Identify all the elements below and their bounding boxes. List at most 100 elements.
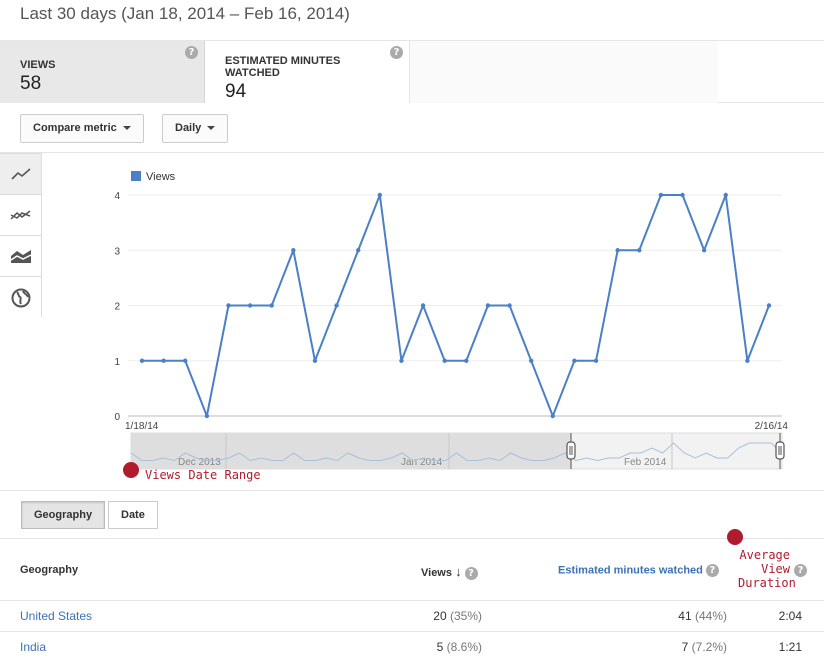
data-point (701, 248, 707, 253)
compare-metric-label: Compare metric (33, 122, 117, 134)
data-point (183, 358, 188, 363)
data-point (399, 358, 404, 363)
data-point (139, 358, 145, 363)
globe-icon (11, 288, 30, 307)
minutes-percent: (7.2%) (691, 640, 727, 654)
annotation-line: View (761, 562, 790, 576)
data-point (291, 248, 296, 253)
line-chart-button[interactable] (0, 154, 41, 195)
annotation-marker-icon (123, 462, 139, 478)
annotation-marker-icon (727, 529, 743, 545)
annotation-line: Average (739, 548, 790, 562)
data-point (226, 303, 231, 308)
avg-duration-cell: 1:21 (778, 640, 802, 654)
data-point (723, 192, 728, 198)
country-link[interactable]: United States (20, 609, 92, 623)
range-handle[interactable] (775, 441, 785, 460)
views-cell: 5 (8.6%) (437, 640, 482, 654)
tab-date[interactable]: Date (108, 501, 158, 529)
navigator-month-label: Feb 2014 (624, 457, 667, 468)
minutes-cell: 7 (7.2%) (682, 640, 727, 654)
data-point (356, 248, 361, 253)
data-point (442, 358, 447, 363)
column-header-minutes-watched[interactable]: Estimated minutes watched? (558, 564, 719, 577)
line-chart-icon (10, 168, 31, 180)
data-point (745, 358, 750, 363)
minutes-cell: 41 (44%) (678, 609, 727, 623)
minutes-watched-metric-value: 94 (225, 81, 247, 102)
interval-dropdown[interactable]: Daily (162, 114, 229, 143)
y-tick-label: 3 (114, 246, 120, 257)
y-tick-label: 4 (114, 191, 120, 202)
data-point (550, 413, 555, 419)
table-row: India 5 (8.6%) 7 (7.2%) 1:21 (0, 632, 824, 662)
data-point (680, 192, 685, 198)
range-handle[interactable] (566, 441, 576, 460)
multi-line-chart-button[interactable] (0, 195, 41, 236)
chart-controls: Compare metric Daily (0, 103, 824, 153)
map-view-button[interactable] (0, 277, 41, 318)
minutes-count: 41 (678, 609, 692, 623)
data-point (658, 192, 664, 198)
y-tick-label: 0 (114, 412, 120, 423)
legend-swatch (131, 171, 141, 181)
report-tabs: Geography Date (0, 490, 824, 538)
empty-metric-slot (410, 41, 718, 103)
help-icon[interactable]: ? (185, 46, 198, 59)
sort-down-arrow-icon: ↓ (455, 564, 462, 579)
views-column-label: Views (421, 567, 452, 579)
interval-label: Daily (175, 122, 202, 134)
data-point (464, 358, 469, 363)
average-view-duration-annotation: Average View Duration (738, 548, 796, 590)
help-icon[interactable]: ? (705, 564, 719, 577)
stacked-area-icon (10, 250, 31, 263)
legend-label: Views (146, 171, 176, 183)
metric-tabs: VIEWS 58 ? ESTIMATED MINUTES WATCHED 94 … (0, 40, 824, 103)
data-point (615, 248, 620, 253)
views-metric-card[interactable]: VIEWS 58 ? (0, 41, 205, 103)
data-point (572, 358, 577, 363)
help-icon[interactable]: ? (794, 564, 807, 577)
minutes-watched-metric-card[interactable]: ESTIMATED MINUTES WATCHED 94 ? (205, 41, 410, 103)
data-point (334, 303, 339, 308)
data-point (247, 303, 253, 308)
caret-down-icon (122, 126, 131, 131)
data-point (420, 303, 426, 308)
stacked-area-button[interactable] (0, 236, 41, 277)
page-title: Last 30 days (Jan 18, 2014 – Feb 16, 201… (20, 4, 350, 23)
chart-type-toolbar (0, 153, 42, 318)
minutes-watched-metric-label: ESTIMATED MINUTES WATCHED (225, 55, 341, 79)
compare-metric-button[interactable]: Compare metric (20, 114, 144, 143)
help-icon[interactable]: ? (464, 566, 478, 580)
views-count: 5 (436, 640, 444, 654)
data-point (528, 358, 534, 363)
views-metric-label: VIEWS (20, 59, 56, 71)
data-point (485, 303, 491, 308)
table-header: Geography Views ↓? Estimated minutes wat… (0, 538, 824, 601)
views-percent: (35%) (449, 609, 482, 623)
minutes-column-label: Estimated minutes watched (558, 564, 703, 577)
avg-duration-cell: 2:04 (778, 609, 802, 623)
views-percent: (8.6%) (446, 640, 482, 654)
table-row: United States 20 (35%) 41 (44%) 2:04 (0, 601, 824, 632)
tab-geography[interactable]: Geography (21, 501, 106, 529)
data-point (593, 358, 599, 363)
column-header-views[interactable]: Views ↓? (421, 564, 478, 580)
caret-down-icon (207, 126, 216, 131)
multi-line-chart-icon (9, 210, 30, 220)
views-date-range-annotation: Views Date Range (145, 468, 261, 482)
views-line-chart: 01234Views1/18/14 2/16/14Dec 2013 Jan 2014… (114, 171, 789, 470)
country-link[interactable]: India (20, 640, 46, 654)
x-end-label: 2/16/14 (755, 421, 789, 432)
views-cell: 20 (35%) (433, 609, 482, 623)
help-icon[interactable]: ? (390, 46, 403, 59)
data-point (637, 248, 642, 253)
x-start-label: 1/18/14 (125, 421, 159, 432)
data-point (204, 413, 210, 419)
data-point (161, 358, 166, 363)
y-tick-label: 1 (114, 357, 120, 368)
views-count: 20 (433, 609, 447, 623)
views-metric-value: 58 (20, 73, 42, 94)
column-header-geography[interactable]: Geography (20, 564, 78, 576)
minutes-count: 7 (681, 640, 689, 654)
